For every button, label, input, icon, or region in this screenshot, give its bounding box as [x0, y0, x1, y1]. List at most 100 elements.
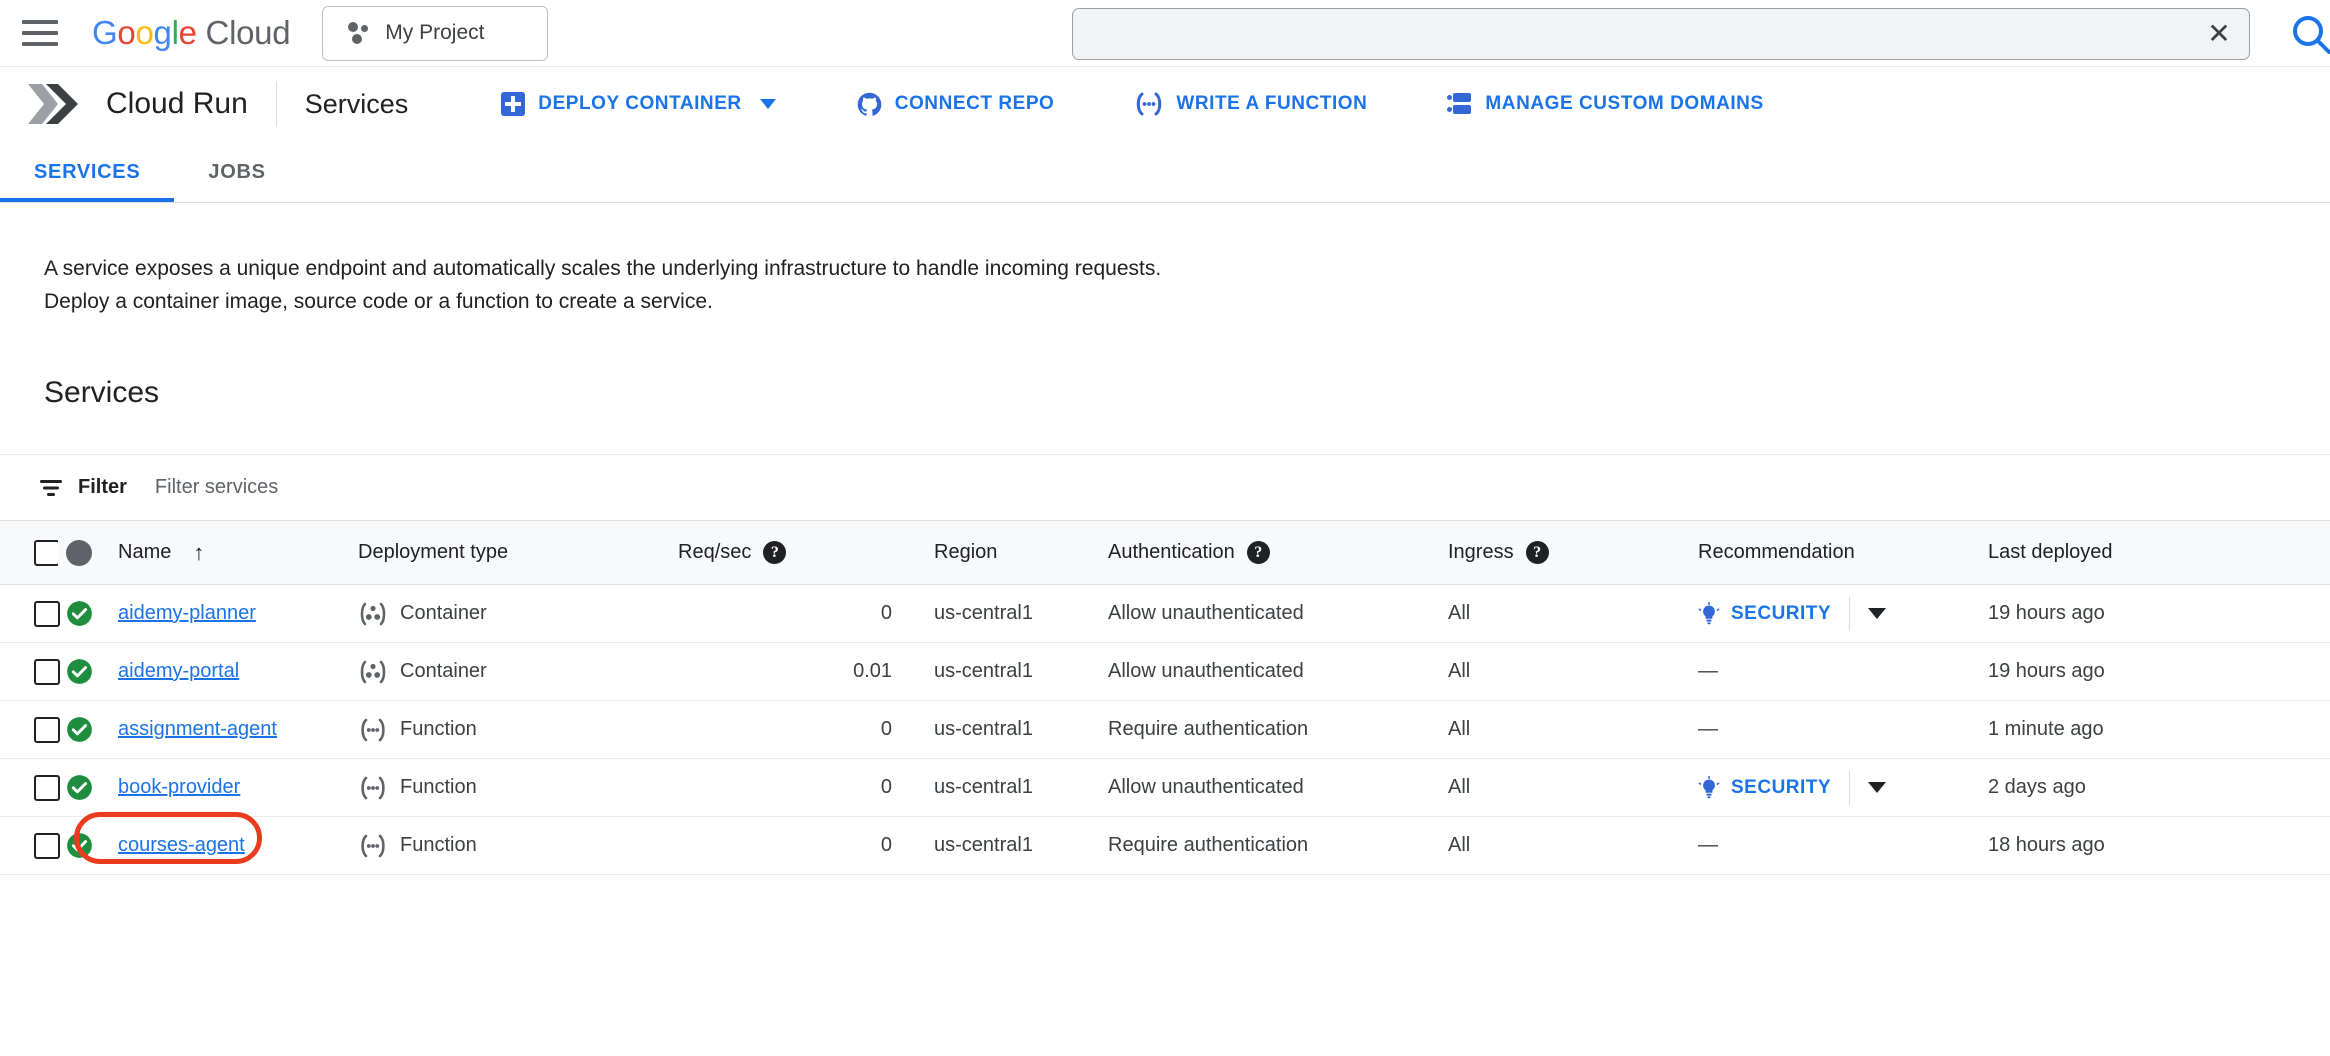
recommendation-cell: SECURITY	[1690, 585, 1980, 643]
filter-input[interactable]	[155, 476, 655, 499]
chevron-down-icon[interactable]	[1868, 782, 1886, 793]
lightbulb-icon	[1698, 602, 1720, 626]
service-link[interactable]: assignment-agent	[118, 718, 277, 740]
tab-jobs[interactable]: JOBS	[174, 161, 299, 202]
row-checkbox[interactable]	[34, 775, 60, 801]
google-cloud-logo[interactable]: Google Cloud	[92, 14, 290, 52]
services-heading: Services	[44, 376, 2330, 410]
recommendation-cell: —	[1690, 701, 1980, 759]
authentication-cell: Allow unauthenticated	[1100, 585, 1440, 643]
ingress-header-label: Ingress	[1448, 541, 1514, 564]
table-row[interactable]: aidemy-planner Con	[0, 585, 2330, 643]
row-checkbox-cell	[0, 817, 58, 875]
function-icon	[358, 833, 388, 859]
ingress-cell: All	[1440, 759, 1690, 817]
search-bar[interactable]: ✕	[1072, 8, 2250, 60]
req-sec-header-label: Req/sec	[678, 541, 751, 564]
deployment-type-cell: Function	[350, 817, 670, 875]
row-checkbox[interactable]	[34, 833, 60, 859]
help-icon[interactable]: ?	[763, 541, 786, 564]
status-column-icon	[66, 540, 92, 566]
recommendation-column-header: Recommendation	[1690, 521, 1980, 585]
table-row[interactable]: courses-agent Func	[0, 817, 2330, 875]
row-status-cell	[58, 817, 110, 875]
connect-repo-button[interactable]: CONNECT REPO	[834, 83, 1077, 126]
sort-ascending-icon[interactable]: ↑	[193, 540, 204, 566]
status-column-header	[58, 521, 110, 585]
ingress-cell: All	[1440, 585, 1690, 643]
last-deployed-cell: 19 hours ago	[1980, 585, 2330, 643]
ingress-cell: All	[1440, 643, 1690, 701]
region-cell: us-central1	[900, 759, 1100, 817]
row-checkbox-cell	[0, 759, 58, 817]
deployment-type-label: Container	[400, 602, 487, 625]
req-sec-column-header[interactable]: Req/sec ?	[670, 521, 900, 585]
write-a-function-button[interactable]: WRITE A FUNCTION	[1112, 83, 1389, 125]
write-a-function-label: WRITE A FUNCTION	[1176, 93, 1367, 115]
table-row[interactable]: assignment-agent F	[0, 701, 2330, 759]
authentication-column-header[interactable]: Authentication ?	[1100, 521, 1440, 585]
connect-repo-label: CONNECT REPO	[895, 93, 1055, 115]
req-sec-cell: 0	[670, 817, 900, 875]
page-title: Cloud Run	[106, 87, 248, 121]
page-body: A service exposes a unique endpoint and …	[0, 253, 2330, 875]
status-ok-icon	[66, 658, 93, 685]
services-table: Name ↑ Deployment type Req/sec ? Region …	[0, 520, 2330, 875]
close-icon[interactable]: ✕	[2189, 9, 2249, 59]
search-icon[interactable]	[2288, 12, 2330, 56]
service-link[interactable]: aidemy-planner	[118, 602, 256, 624]
req-sec-cell: 0	[670, 759, 900, 817]
recommendation-divider	[1849, 771, 1850, 805]
deployment-type-cell: Function	[350, 759, 670, 817]
header-actions: DEPLOY CONTAINER CONNECT REPO	[478, 83, 1785, 126]
services-table-body: aidemy-planner Con	[0, 585, 2330, 875]
project-selector[interactable]: My Project	[322, 6, 548, 61]
service-name-cell: aidemy-portal	[110, 643, 350, 701]
header-divider	[276, 81, 277, 127]
row-status-cell	[58, 643, 110, 701]
service-link[interactable]: book-provider	[118, 776, 240, 798]
tab-services[interactable]: SERVICES	[0, 161, 174, 202]
name-column-header[interactable]: Name ↑	[110, 521, 350, 585]
chevron-down-icon[interactable]	[760, 99, 776, 109]
service-link[interactable]: courses-agent	[118, 834, 245, 856]
filter-icon[interactable]	[38, 475, 64, 501]
ingress-cell: All	[1440, 701, 1690, 759]
deployment-type-label: Function	[400, 718, 477, 741]
security-recommendation-button[interactable]: SECURITY	[1698, 776, 1831, 800]
row-status-cell	[58, 759, 110, 817]
select-all-checkbox-header	[0, 521, 58, 585]
search-input[interactable]	[1073, 9, 2189, 59]
domains-server-icon	[1447, 91, 1473, 117]
deploy-container-button[interactable]: DEPLOY CONTAINER	[478, 83, 797, 125]
region-cell: us-central1	[900, 701, 1100, 759]
help-icon[interactable]: ?	[1247, 541, 1270, 564]
region-column-header[interactable]: Region	[900, 521, 1100, 585]
req-sec-cell: 0	[670, 585, 900, 643]
function-brackets-icon	[1134, 91, 1164, 117]
deployment-type-cell: Container	[350, 643, 670, 701]
hamburger-menu-icon[interactable]	[22, 18, 58, 48]
row-checkbox-cell	[0, 701, 58, 759]
help-icon[interactable]: ?	[1526, 541, 1549, 564]
page-description: A service exposes a unique endpoint and …	[44, 253, 2330, 318]
deploy-container-label: DEPLOY CONTAINER	[538, 93, 741, 115]
deployment-type-column-header[interactable]: Deployment type	[350, 521, 670, 585]
recommendation-cell: —	[1690, 817, 1980, 875]
row-checkbox[interactable]	[34, 717, 60, 743]
last-deployed-column-header[interactable]: Last deployed	[1980, 521, 2330, 585]
table-row[interactable]: aidemy-portal Cont	[0, 643, 2330, 701]
security-recommendation-button[interactable]: SECURITY	[1698, 602, 1831, 626]
authentication-cell: Require authentication	[1100, 817, 1440, 875]
req-sec-cell: 0	[670, 701, 900, 759]
row-checkbox[interactable]	[34, 601, 60, 627]
manage-custom-domains-button[interactable]: MANAGE CUSTOM DOMAINS	[1425, 83, 1785, 125]
plus-square-icon	[500, 91, 526, 117]
service-link[interactable]: aidemy-portal	[118, 660, 239, 682]
ingress-column-header[interactable]: Ingress ?	[1440, 521, 1690, 585]
select-all-checkbox[interactable]	[34, 540, 60, 566]
chevron-down-icon[interactable]	[1868, 608, 1886, 619]
service-name-cell: assignment-agent	[110, 701, 350, 759]
table-row[interactable]: book-provider Func	[0, 759, 2330, 817]
row-checkbox[interactable]	[34, 659, 60, 685]
